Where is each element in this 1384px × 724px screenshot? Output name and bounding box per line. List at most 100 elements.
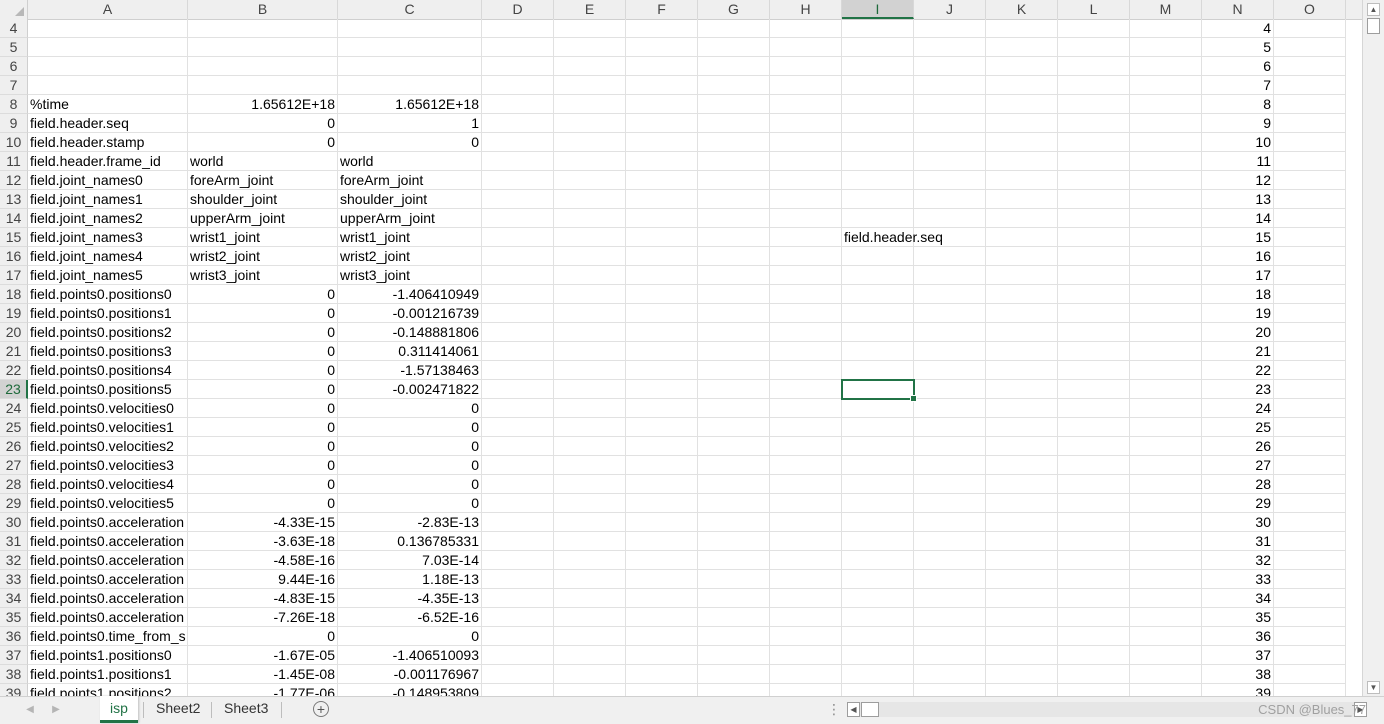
cell-o20[interactable] — [1274, 323, 1346, 342]
cell-b32[interactable]: -4.58E-16 — [188, 551, 338, 570]
cell-j24[interactable] — [914, 399, 986, 418]
cell-o39[interactable] — [1274, 684, 1346, 696]
cell-h15[interactable] — [770, 228, 842, 247]
cell-n37[interactable]: 37 — [1202, 646, 1274, 665]
cell-a5[interactable] — [28, 38, 188, 57]
cell-c38[interactable]: -0.001176967 — [338, 665, 482, 684]
cell-o27[interactable] — [1274, 456, 1346, 475]
cell-o33[interactable] — [1274, 570, 1346, 589]
scroll-up-icon[interactable]: ▲ — [1367, 3, 1380, 16]
spreadsheet-grid[interactable]: ABCDEFGHIJKLMNO 4 4 5 5 6 6 7 7 8 %time 1.65612E+1… — [0, 0, 1362, 696]
cell-c37[interactable]: -1.406510093 — [338, 646, 482, 665]
cell-g24[interactable] — [698, 399, 770, 418]
cell-a22[interactable]: field.points0.positions4 — [28, 361, 188, 380]
cell-o17[interactable] — [1274, 266, 1346, 285]
cell-d20[interactable] — [482, 323, 554, 342]
cell-f13[interactable] — [626, 190, 698, 209]
row-header-8[interactable]: 8 — [0, 95, 28, 114]
cell-g32[interactable] — [698, 551, 770, 570]
cell-h10[interactable] — [770, 133, 842, 152]
cell-m25[interactable] — [1130, 418, 1202, 437]
cell-c26[interactable]: 0 — [338, 437, 482, 456]
cell-m17[interactable] — [1130, 266, 1202, 285]
cell-j8[interactable] — [914, 95, 986, 114]
cell-c28[interactable]: 0 — [338, 475, 482, 494]
cell-c32[interactable]: 7.03E-14 — [338, 551, 482, 570]
cell-j13[interactable] — [914, 190, 986, 209]
row-header-38[interactable]: 38 — [0, 665, 28, 684]
row-header-35[interactable]: 35 — [0, 608, 28, 627]
cell-k4[interactable] — [986, 19, 1058, 38]
prev-sheet-icon[interactable]: ◀ — [24, 703, 36, 717]
cell-l8[interactable] — [1058, 95, 1130, 114]
cell-e35[interactable] — [554, 608, 626, 627]
cell-f26[interactable] — [626, 437, 698, 456]
cell-g19[interactable] — [698, 304, 770, 323]
cell-l31[interactable] — [1058, 532, 1130, 551]
cell-l21[interactable] — [1058, 342, 1130, 361]
cell-n27[interactable]: 27 — [1202, 456, 1274, 475]
row-header-10[interactable]: 10 — [0, 133, 28, 152]
column-header-k[interactable]: K — [986, 0, 1058, 19]
row-header-17[interactable]: 17 — [0, 266, 28, 285]
cell-f33[interactable] — [626, 570, 698, 589]
cell-m12[interactable] — [1130, 171, 1202, 190]
cell-j33[interactable] — [914, 570, 986, 589]
cell-g4[interactable] — [698, 19, 770, 38]
cell-a9[interactable]: field.header.seq — [28, 114, 188, 133]
cell-a11[interactable]: field.header.frame_id — [28, 152, 188, 171]
cell-n11[interactable]: 11 — [1202, 152, 1274, 171]
cell-e15[interactable] — [554, 228, 626, 247]
cell-o32[interactable] — [1274, 551, 1346, 570]
cell-e5[interactable] — [554, 38, 626, 57]
cell-f34[interactable] — [626, 589, 698, 608]
cell-i24[interactable] — [842, 399, 914, 418]
cell-d19[interactable] — [482, 304, 554, 323]
cell-j21[interactable] — [914, 342, 986, 361]
cell-d30[interactable] — [482, 513, 554, 532]
cell-b29[interactable]: 0 — [188, 494, 338, 513]
cell-k10[interactable] — [986, 133, 1058, 152]
cell-n21[interactable]: 21 — [1202, 342, 1274, 361]
cell-m28[interactable] — [1130, 475, 1202, 494]
cell-m8[interactable] — [1130, 95, 1202, 114]
cell-m18[interactable] — [1130, 285, 1202, 304]
cell-b37[interactable]: -1.67E-05 — [188, 646, 338, 665]
cell-d28[interactable] — [482, 475, 554, 494]
column-header-g[interactable]: G — [698, 0, 770, 19]
cell-d17[interactable] — [482, 266, 554, 285]
cell-i38[interactable] — [842, 665, 914, 684]
cell-a21[interactable]: field.points0.positions3 — [28, 342, 188, 361]
cell-i28[interactable] — [842, 475, 914, 494]
cell-a31[interactable]: field.points0.acceleration — [28, 532, 188, 551]
cell-e23[interactable] — [554, 380, 626, 399]
cell-d14[interactable] — [482, 209, 554, 228]
cell-o7[interactable] — [1274, 76, 1346, 95]
cell-o12[interactable] — [1274, 171, 1346, 190]
cell-k17[interactable] — [986, 266, 1058, 285]
row-header-34[interactable]: 34 — [0, 589, 28, 608]
cell-o23[interactable] — [1274, 380, 1346, 399]
cell-c35[interactable]: -6.52E-16 — [338, 608, 482, 627]
vertical-scrollbar[interactable]: ▲ ▼ — [1362, 0, 1384, 696]
cell-k8[interactable] — [986, 95, 1058, 114]
column-header-e[interactable]: E — [554, 0, 626, 19]
cell-a12[interactable]: field.joint_names0 — [28, 171, 188, 190]
row-header-27[interactable]: 27 — [0, 456, 28, 475]
cell-e13[interactable] — [554, 190, 626, 209]
cell-d9[interactable] — [482, 114, 554, 133]
active-cell-selection[interactable] — [841, 379, 917, 402]
cell-f7[interactable] — [626, 76, 698, 95]
cell-i35[interactable] — [842, 608, 914, 627]
cell-l12[interactable] — [1058, 171, 1130, 190]
cell-k32[interactable] — [986, 551, 1058, 570]
cell-o18[interactable] — [1274, 285, 1346, 304]
cell-d5[interactable] — [482, 38, 554, 57]
cell-f5[interactable] — [626, 38, 698, 57]
cell-b31[interactable]: -3.63E-18 — [188, 532, 338, 551]
cell-m35[interactable] — [1130, 608, 1202, 627]
cell-b38[interactable]: -1.45E-08 — [188, 665, 338, 684]
cell-m24[interactable] — [1130, 399, 1202, 418]
cell-d24[interactable] — [482, 399, 554, 418]
cell-e10[interactable] — [554, 133, 626, 152]
